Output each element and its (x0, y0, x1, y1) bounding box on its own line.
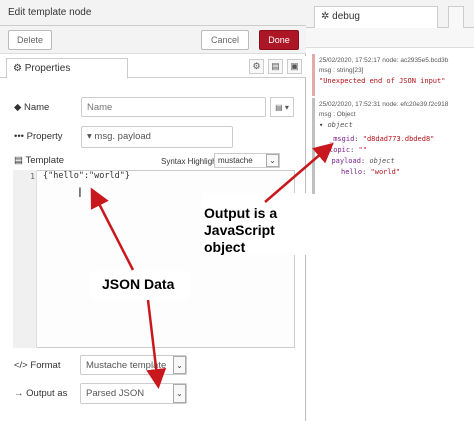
arrow-to-debug-object (264, 142, 334, 203)
annotation-layer: Output is a JavaScript object JSON Data (0, 0, 474, 421)
arrow-to-output-select (146, 299, 167, 389)
arrow-to-json-code (90, 187, 135, 271)
annotation-arrows (90, 142, 334, 389)
